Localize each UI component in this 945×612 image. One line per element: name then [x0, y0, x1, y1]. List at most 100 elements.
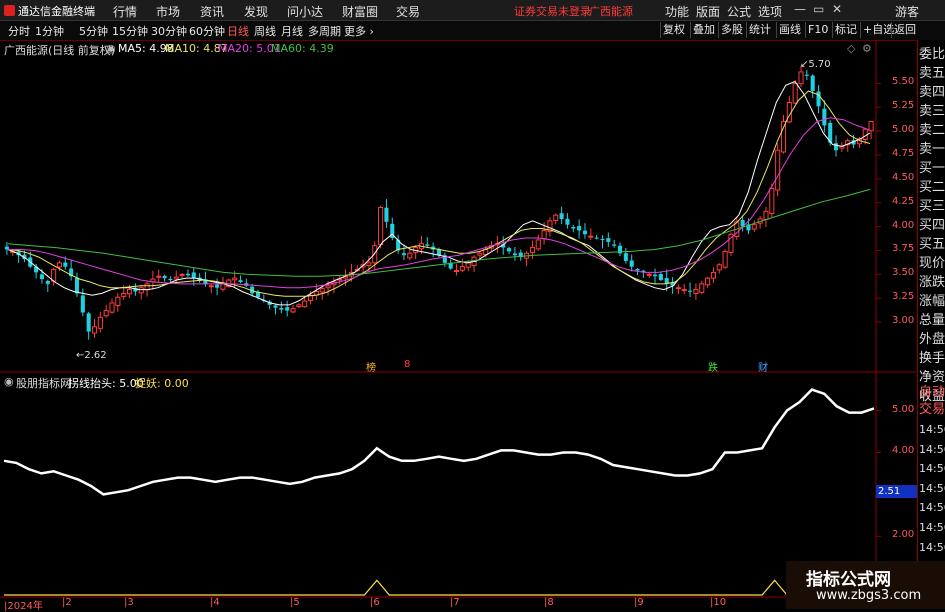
guaixian-line [3, 388, 875, 496]
candle-body [635, 269, 640, 271]
draw-line-button[interactable]: 画线 [776, 22, 803, 38]
date-tick-label: |3 [124, 597, 134, 608]
event-mark-bang[interactable]: 榜 [366, 359, 376, 374]
candle-body [646, 273, 652, 276]
side-label-6[interactable]: 买一 [919, 161, 945, 177]
period-monthly[interactable]: 月线 [281, 23, 303, 39]
statistics-button[interactable]: 统计 [746, 22, 773, 38]
candle [629, 254, 634, 272]
side-label-13[interactable]: 涨幅 [919, 294, 945, 310]
menu-gongshi[interactable]: 公式 [727, 3, 751, 20]
candle [448, 259, 453, 270]
menu-jiaoyi[interactable]: 交易 [396, 3, 420, 20]
side-label-15[interactable]: 外盘 [919, 332, 945, 348]
price-tick-label: 3.50 [892, 267, 915, 279]
menu-shichang[interactable]: 市场 [156, 3, 180, 20]
menu-banmian[interactable]: 版面 [696, 3, 720, 20]
candle [69, 260, 74, 281]
indicator-toggle-icon[interactable]: ◉ [4, 375, 14, 388]
candle-body [822, 108, 827, 126]
candle [780, 115, 787, 154]
side-label-1[interactable]: 卖五 [919, 66, 945, 82]
side-label-8[interactable]: 买三 [919, 199, 945, 215]
candle [302, 297, 308, 308]
maximize-icon[interactable]: ▭ [813, 2, 824, 16]
trade-label[interactable]: 交易 [919, 402, 945, 418]
candle-body [769, 187, 775, 215]
side-label-5[interactable]: 卖一 [919, 142, 945, 158]
overlay-button[interactable]: 叠加 [690, 22, 717, 38]
candle [191, 268, 196, 286]
side-label-4[interactable]: 卖二 [919, 123, 945, 139]
side-label-0[interactable]: 委比 [919, 47, 945, 63]
candle-body [868, 121, 874, 132]
fuquan-button[interactable]: 复权 [660, 22, 687, 38]
auto-trade-label[interactable]: 自动 [919, 385, 945, 401]
period-weekly[interactable]: 周线 [254, 23, 276, 39]
price-tick-label: 4.25 [892, 195, 915, 207]
mark-button[interactable]: 标记 [832, 22, 859, 38]
price-tick-label: 5.25 [892, 100, 915, 112]
candle-body [215, 284, 220, 288]
kline-chart[interactable] [0, 40, 917, 609]
period-15min[interactable]: 15分钟 [112, 23, 148, 39]
candle [839, 142, 845, 153]
indicator-name[interactable]: 股朋指标网 [16, 375, 71, 391]
app-logo: 通达信金融终端 [4, 3, 95, 19]
menu-gongneng[interactable]: 功能 [665, 3, 689, 20]
back-button[interactable]: 返回 [891, 22, 918, 38]
candle-body [372, 245, 378, 264]
candle [97, 311, 103, 333]
period-5min[interactable]: 5分钟 [79, 23, 108, 39]
event-mark-die[interactable]: 跌 [708, 359, 718, 374]
candle [646, 272, 652, 278]
side-label-11[interactable]: 现价 [919, 256, 945, 272]
ma10-line [7, 90, 871, 297]
period-more[interactable]: 更多 › [344, 23, 374, 39]
period-daily[interactable]: 日线 [227, 23, 249, 39]
candle [208, 283, 214, 293]
side-label-2[interactable]: 卖四 [919, 85, 945, 101]
menu-xuanxiang[interactable]: 选项 [758, 3, 782, 20]
ma60-line [7, 188, 871, 277]
period-1min[interactable]: 1分钟 [35, 23, 64, 39]
close-icon[interactable]: ✕ [832, 2, 842, 16]
trade-time-0: 14:56 [919, 423, 945, 436]
side-label-17[interactable]: 净资 [919, 370, 945, 386]
side-label-10[interactable]: 买五 [919, 237, 945, 253]
period-multi[interactable]: 多周期 [308, 23, 341, 39]
candle [751, 220, 757, 232]
side-label-7[interactable]: 买二 [919, 180, 945, 196]
side-label-14[interactable]: 总量 [919, 313, 945, 329]
login-status[interactable]: 证券交易未登录 [514, 3, 591, 19]
candle-body [577, 226, 582, 231]
ma20-line [8, 117, 871, 289]
date-tick-label: |4 [210, 597, 220, 608]
period-30min[interactable]: 30分钟 [151, 23, 187, 39]
candle [471, 255, 477, 273]
multi-stock-button[interactable]: 多股 [718, 22, 745, 38]
side-label-16[interactable]: 换手 [919, 351, 945, 367]
period-60min[interactable]: 60分钟 [189, 23, 225, 39]
f10-button[interactable]: F10 [805, 22, 830, 38]
menu-caifuquan[interactable]: 财富圈 [342, 3, 378, 20]
side-label-9[interactable]: 买四 [919, 218, 945, 234]
candle [453, 263, 460, 276]
guest-account[interactable]: 游客 [895, 3, 919, 20]
event-mark-cai[interactable]: 财 [758, 359, 768, 374]
side-label-12[interactable]: 涨跌 [919, 275, 945, 291]
candle [571, 225, 576, 233]
menu-wenxiaoda[interactable]: 问小达 [287, 3, 323, 20]
event-mark-8[interactable]: 8 [404, 359, 410, 370]
menu-zixun[interactable]: 资讯 [200, 3, 224, 20]
period-fenshi[interactable]: 分时 [8, 23, 30, 39]
candle [705, 276, 711, 288]
candle-body [688, 290, 693, 292]
minimize-icon[interactable]: — [794, 2, 806, 16]
candle [710, 267, 716, 284]
menu-faxian[interactable]: 发现 [244, 3, 268, 20]
candle-body [138, 287, 144, 294]
candle [396, 234, 401, 254]
menu-hangqing[interactable]: 行情 [113, 3, 137, 20]
side-label-3[interactable]: 卖三 [919, 104, 945, 120]
